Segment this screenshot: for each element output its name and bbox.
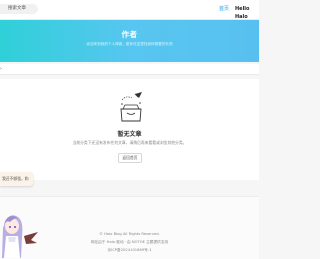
chevron-left-icon[interactable]: › (0, 67, 2, 72)
category-strip: › (0, 64, 259, 75)
search-text: 搜索文章 (8, 6, 26, 11)
empty-inbox-icon (120, 92, 142, 122)
hero-banner: 作者 欢迎来到我的个人博客，愿你在这里找到你想要的东西 (0, 20, 259, 62)
mascot-character-image (2, 215, 38, 258)
hero-subtitle: 欢迎来到我的个人博客，愿你在这里找到你想要的东西 (86, 42, 173, 46)
floating-note-text: 我还不够强，和 (2, 176, 29, 181)
hero-title: 作者 (121, 30, 138, 39)
floating-note[interactable]: 我还不够强，和 (0, 172, 33, 186)
back-home-button[interactable]: 返回首页 (118, 153, 142, 163)
search-box[interactable]: 搜索文章 (0, 4, 38, 14)
empty-state-title: 暂无文章 (117, 131, 142, 138)
top-navigation-bar: 搜索文章 首页 Hello Halo (0, 0, 259, 20)
nav-link-user[interactable]: Hello Halo (235, 5, 259, 21)
nav-link-home[interactable]: 首页 (219, 5, 229, 13)
empty-state-description: 当前分类下还没有发布任何文章，请稍后再来看看或浏览其他分类。 (72, 140, 187, 145)
empty-state-card: 暂无文章 当前分类下还没有发布任何文章，请稍后再来看看或浏览其他分类。 返回首页 (0, 79, 259, 180)
